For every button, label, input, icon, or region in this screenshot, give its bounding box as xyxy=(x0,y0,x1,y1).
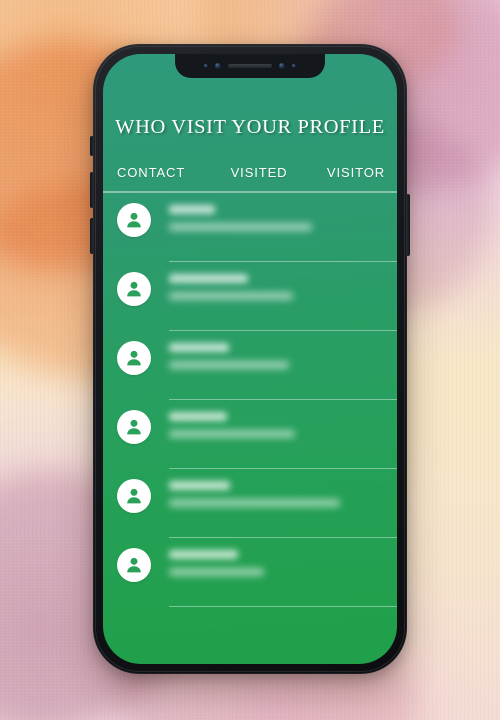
list-item-name xyxy=(169,480,230,490)
list-item-text xyxy=(151,331,397,378)
earpiece-speaker xyxy=(228,64,272,68)
list-item-name xyxy=(169,549,238,559)
person-avatar-icon xyxy=(117,478,151,513)
front-camera-icon xyxy=(204,64,208,68)
tab-contact[interactable]: CONTACT xyxy=(117,165,185,180)
visitor-list xyxy=(103,193,397,665)
person-avatar-icon xyxy=(117,340,151,375)
list-item-text xyxy=(151,400,397,447)
list-item-divider xyxy=(169,605,397,607)
screenshot-canvas: WHO VISIT YOUR PROFILE CONTACT VISITED V… xyxy=(0,0,500,720)
list-item-text xyxy=(151,469,397,516)
list-item[interactable] xyxy=(117,331,397,400)
list-item-name xyxy=(169,204,215,214)
person-avatar-icon xyxy=(117,271,151,306)
front-camera-icon xyxy=(292,64,296,68)
page-title: WHO VISIT YOUR PROFILE xyxy=(115,116,385,138)
list-item-detail xyxy=(169,567,264,576)
front-camera-icon xyxy=(279,63,285,69)
list-item-name xyxy=(169,273,248,283)
volume-up-button[interactable] xyxy=(90,172,94,208)
list-item-text xyxy=(151,262,397,309)
tab-visitor[interactable]: VISITOR xyxy=(327,165,385,180)
tab-bar: CONTACT VISITED VISITOR xyxy=(103,165,397,180)
list-item[interactable] xyxy=(117,193,397,262)
person-avatar-icon xyxy=(117,202,151,237)
list-item-detail xyxy=(169,291,293,300)
list-item-detail xyxy=(169,429,295,438)
list-item-detail xyxy=(169,498,340,507)
list-item-text xyxy=(151,538,397,585)
tab-visited[interactable]: VISITED xyxy=(185,165,327,180)
phone-mockup-frame: WHO VISIT YOUR PROFILE CONTACT VISITED V… xyxy=(90,44,410,674)
person-avatar-icon xyxy=(117,409,151,444)
device-notch xyxy=(175,54,325,78)
power-button[interactable] xyxy=(406,194,410,256)
list-item-name xyxy=(169,342,229,352)
list-item[interactable] xyxy=(117,469,397,538)
front-camera-icon xyxy=(215,63,221,69)
list-item[interactable] xyxy=(117,400,397,469)
app-content: WHO VISIT YOUR PROFILE CONTACT VISITED V… xyxy=(103,54,397,664)
list-item-detail xyxy=(169,360,289,369)
volume-down-button[interactable] xyxy=(90,218,94,254)
list-item-text xyxy=(151,193,397,240)
list-item-detail xyxy=(169,222,312,231)
mute-switch[interactable] xyxy=(90,136,94,156)
list-item-name xyxy=(169,411,227,421)
phone-screen: WHO VISIT YOUR PROFILE CONTACT VISITED V… xyxy=(103,54,397,664)
list-item[interactable] xyxy=(117,262,397,331)
person-avatar-icon xyxy=(117,547,151,582)
list-item[interactable] xyxy=(117,538,397,607)
